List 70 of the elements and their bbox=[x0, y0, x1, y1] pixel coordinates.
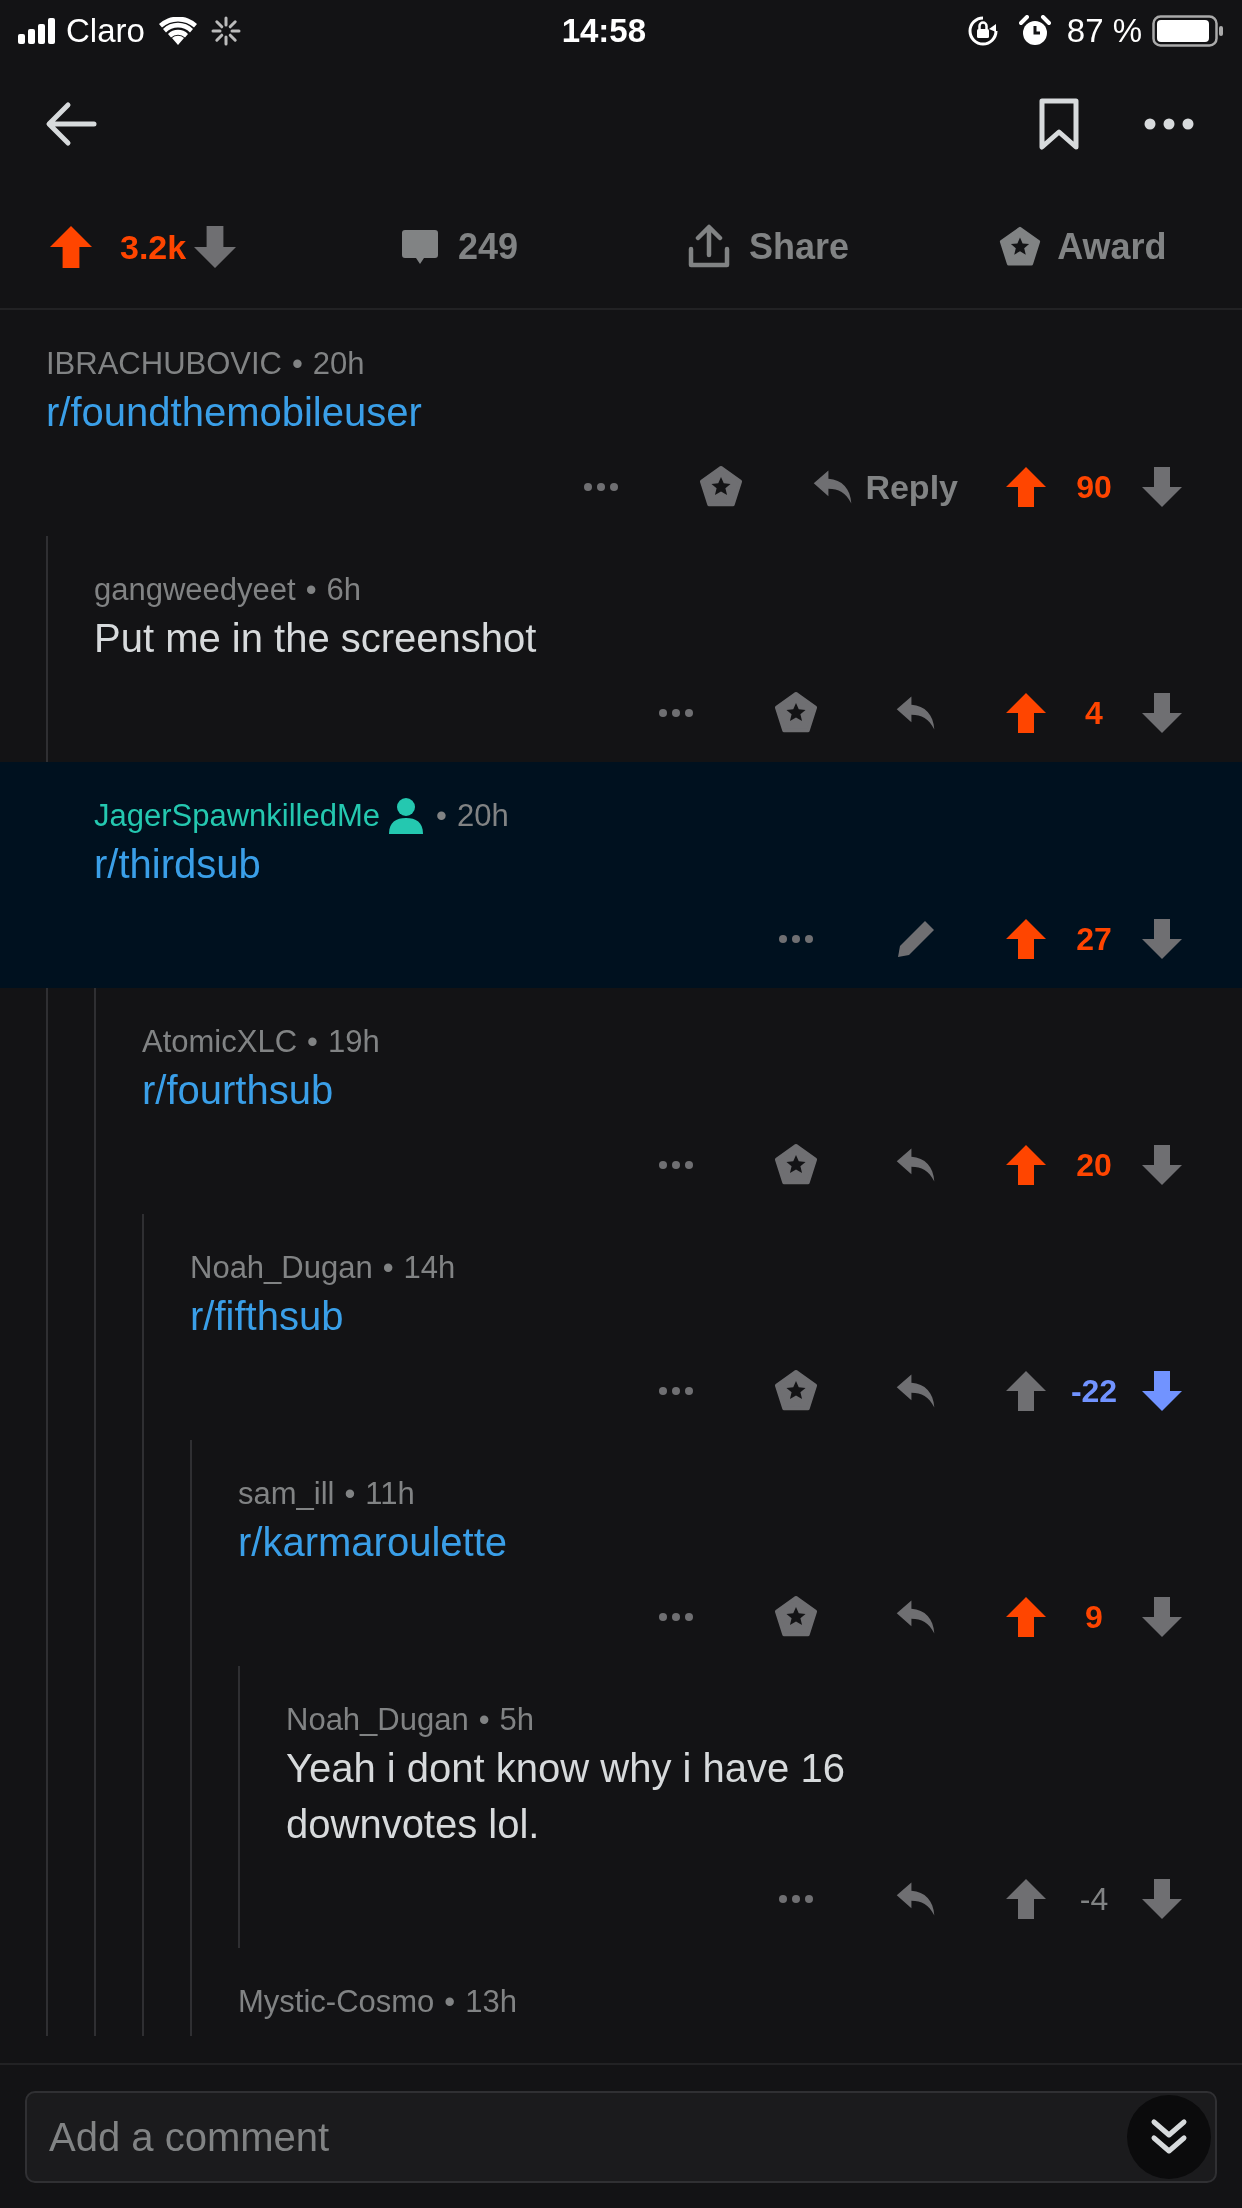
award-button[interactable]: Award bbox=[999, 220, 1167, 274]
downvote-icon[interactable] bbox=[1142, 467, 1182, 507]
jump-down-button[interactable] bbox=[1127, 2094, 1211, 2179]
award-icon[interactable] bbox=[774, 1369, 818, 1413]
comment-box[interactable]: Add a comment bbox=[25, 2090, 1217, 2183]
carrier-name: Claro bbox=[66, 11, 145, 52]
comments-button[interactable]: 249 bbox=[400, 220, 519, 274]
separator-dot: • bbox=[478, 1700, 490, 1739]
award-icon[interactable] bbox=[774, 691, 818, 735]
comment-time: 6h bbox=[326, 570, 361, 609]
separator-dot: • bbox=[344, 1474, 356, 1513]
comment-time: 20h bbox=[312, 344, 365, 383]
downvote-icon[interactable] bbox=[1142, 919, 1182, 959]
separator-dot: • bbox=[292, 344, 303, 383]
downvote-icon[interactable] bbox=[1142, 1145, 1182, 1185]
back-icon[interactable] bbox=[44, 101, 98, 147]
clock-time: 14:58 bbox=[561, 11, 647, 52]
comment-text: Yeah i dont know why i have 16 downvotes lol. bbox=[286, 1745, 846, 1848]
upvote-icon[interactable] bbox=[1006, 919, 1046, 959]
award-icon[interactable] bbox=[699, 465, 744, 509]
comment-text: Put me in the screenshot bbox=[94, 615, 538, 662]
signal-icon bbox=[18, 18, 58, 44]
share-button[interactable]: Share bbox=[685, 220, 850, 274]
comment-author[interactable]: Mystic-Cosmo bbox=[238, 1978, 435, 2026]
upvote-icon[interactable] bbox=[1006, 1879, 1046, 1919]
pencil-icon[interactable] bbox=[895, 918, 937, 960]
award-icon[interactable] bbox=[774, 1143, 818, 1187]
separator-dot: • bbox=[307, 1022, 318, 1061]
award-icon bbox=[999, 226, 1042, 268]
downvote-icon[interactable] bbox=[1142, 693, 1182, 733]
separator-dot: • bbox=[436, 796, 447, 835]
comment-time: 5h bbox=[499, 1700, 535, 1739]
downvote-icon[interactable] bbox=[1142, 1597, 1182, 1637]
reply-button[interactable]: Reply bbox=[811, 461, 958, 513]
upvote-icon[interactable] bbox=[1006, 467, 1046, 507]
comment-score: 90 bbox=[1076, 468, 1112, 507]
upvote-icon[interactable] bbox=[1006, 1597, 1046, 1637]
comment-time: 19h bbox=[327, 1022, 380, 1061]
comment-time: 13h bbox=[465, 1982, 517, 2021]
alarm-clock-icon bbox=[1018, 15, 1051, 47]
comment-score: 20 bbox=[1076, 1146, 1112, 1185]
wifi-icon bbox=[158, 17, 197, 45]
separator-dot: • bbox=[382, 1248, 394, 1287]
separator-dot: • bbox=[305, 570, 317, 609]
comment-score: 27 bbox=[1076, 920, 1112, 959]
battery-icon bbox=[1152, 15, 1224, 47]
loading-spinner-icon bbox=[210, 16, 241, 46]
comment-time: 11h bbox=[365, 1474, 415, 1513]
comment-author[interactable]: gangweedyeet bbox=[94, 566, 296, 614]
battery-percentage: 87 % bbox=[1066, 11, 1142, 52]
separator-dot: • bbox=[444, 1982, 456, 2021]
comment-score: 4 bbox=[1085, 694, 1103, 733]
comment-score: -4 bbox=[1079, 1880, 1109, 1919]
award-icon[interactable] bbox=[774, 1595, 818, 1639]
comment-score: 9 bbox=[1085, 1598, 1103, 1637]
upvote-icon[interactable] bbox=[1006, 1145, 1046, 1185]
upvote-icon[interactable] bbox=[1006, 693, 1046, 733]
rotation-lock-icon bbox=[966, 15, 999, 47]
comment-score: -22 bbox=[1070, 1372, 1118, 1411]
upvote-icon[interactable] bbox=[50, 226, 92, 268]
post-score: 3.2k bbox=[120, 226, 188, 268]
more-icon[interactable] bbox=[1144, 118, 1194, 130]
comment-time: 14h bbox=[403, 1248, 456, 1287]
downvote-icon[interactable] bbox=[1142, 1879, 1182, 1919]
upvote-icon[interactable] bbox=[1006, 1371, 1046, 1411]
comment-time: 20h bbox=[456, 796, 509, 835]
bookmark-icon[interactable] bbox=[1038, 98, 1080, 150]
downvote-icon[interactable] bbox=[1142, 1371, 1182, 1411]
comment-author[interactable]: Noah_Dugan bbox=[286, 1696, 469, 1744]
downvote-icon[interactable] bbox=[194, 226, 236, 268]
